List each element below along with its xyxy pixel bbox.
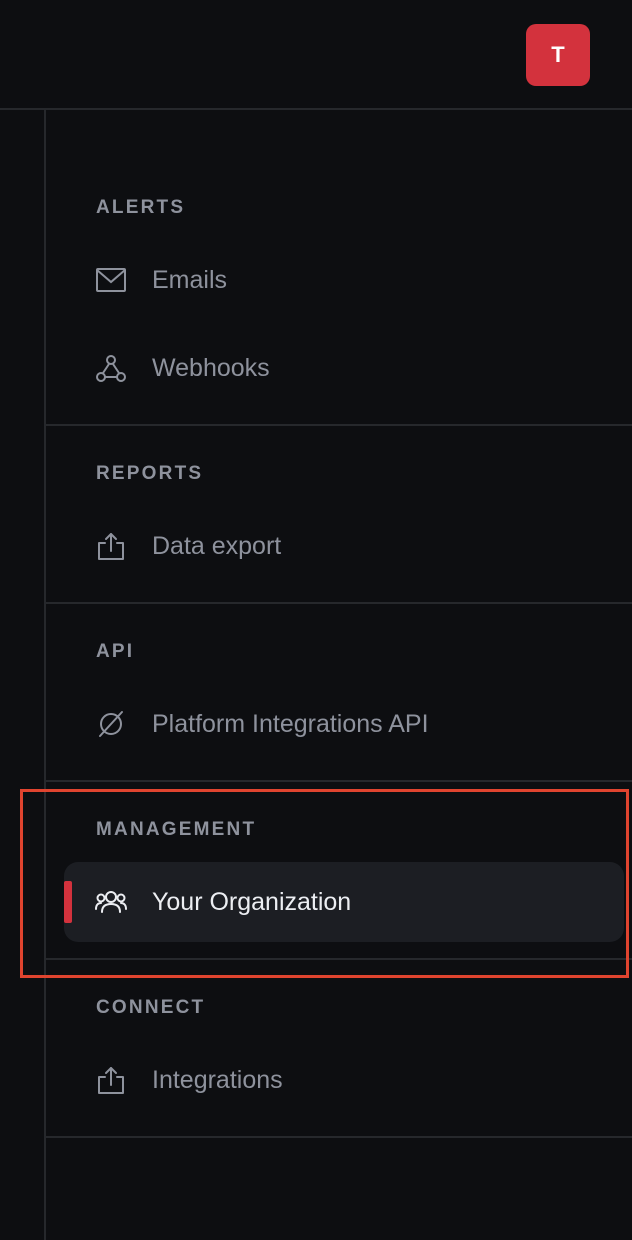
users-icon	[94, 885, 128, 919]
export-icon	[94, 1063, 128, 1097]
sidebar-item-integrations[interactable]: Integrations	[64, 1040, 624, 1120]
user-avatar[interactable]: T	[526, 24, 590, 86]
sidebar-item-your-organization[interactable]: Your Organization	[64, 862, 624, 942]
section-header-management: MANAGEMENT	[96, 819, 257, 840]
sidebar-item-platform-integrations-api[interactable]: Platform Integrations API	[64, 684, 624, 764]
page: T ALERTS Emails Webhooks REPORTS Data ex…	[0, 0, 632, 1240]
section-header-reports: REPORTS	[96, 463, 204, 484]
section-divider	[46, 958, 632, 960]
section-header-alerts: ALERTS	[96, 197, 186, 218]
section-header-connect: CONNECT	[96, 997, 206, 1018]
sidebar-item-label: Integrations	[152, 1065, 283, 1094]
mail-icon	[94, 263, 128, 297]
webhook-icon	[94, 351, 128, 385]
sidebar-item-label: Emails	[152, 265, 228, 294]
sidebar-nav: ALERTS Emails Webhooks REPORTS Data expo…	[44, 110, 632, 1240]
active-indicator	[64, 881, 72, 923]
sidebar-item-data-export[interactable]: Data export	[64, 506, 624, 586]
sidebar-item-webhooks[interactable]: Webhooks	[64, 328, 624, 408]
export-icon	[94, 529, 128, 563]
section-header-api: API	[96, 641, 135, 662]
empty-set-icon	[94, 707, 128, 741]
sidebar-item-emails[interactable]: Emails	[64, 240, 624, 320]
sidebar-item-label: Webhooks	[152, 353, 270, 382]
section-divider	[46, 1136, 632, 1138]
sidebar-item-label: Platform Integrations API	[152, 709, 429, 738]
sidebar-item-label: Your Organization	[152, 887, 352, 916]
section-divider	[46, 780, 632, 782]
section-divider	[46, 424, 632, 426]
sidebar-item-label: Data export	[152, 531, 282, 560]
top-bar: T	[0, 0, 632, 110]
section-divider	[46, 602, 632, 604]
